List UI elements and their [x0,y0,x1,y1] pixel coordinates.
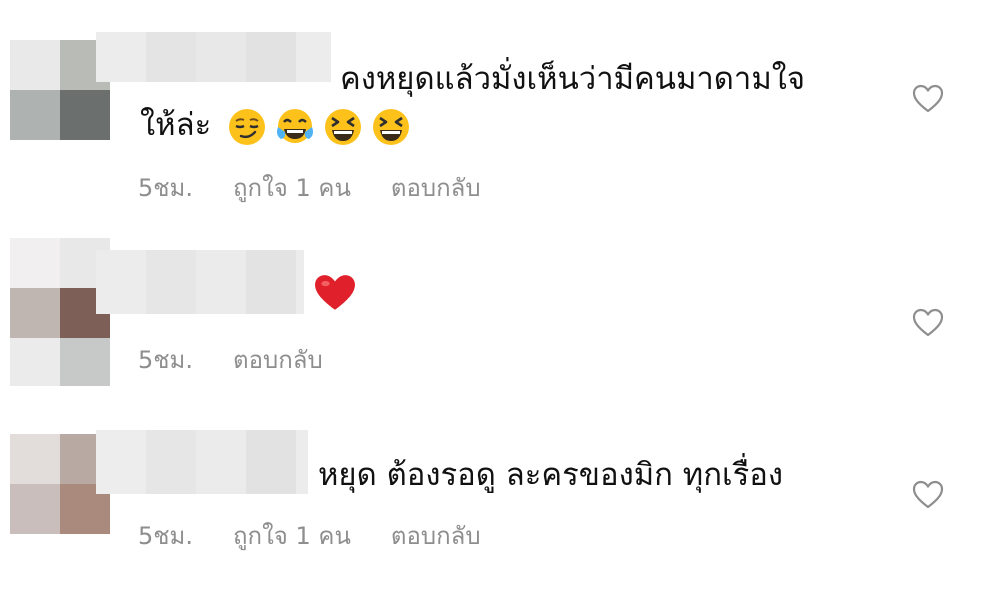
face-with-tears-of-joy-icon [277,108,314,143]
avatar-lower-part [10,338,110,386]
like-heart-icon[interactable] [912,480,944,510]
like-heart-icon[interactable] [912,84,944,114]
comment-meta: 5ชม. ถูกใจ 1 คน ตอบกลับ [138,168,481,207]
like-heart-icon[interactable] [912,308,944,338]
reply-button[interactable]: ตอบกลับ [233,340,323,379]
comment-3: หยุด ต้องรอดู ละครของมิก ทุกเรื่อง 5ชม. … [0,414,1000,614]
comment-text-line-1: คงหยุดแล้วมั่งเห็นว่ามีคนมาดามใจ [340,61,806,97]
comment-timestamp: 5ชม. [138,346,194,374]
username[interactable] [96,430,308,494]
comment-text: คงหยุดแล้วมั่งเห็นว่ามีคนมาดามใจ [340,56,805,102]
red-heart-icon [315,275,355,310]
grinning-squinting-face-icon [325,108,362,145]
comment-text: หยุด ต้องรอดู ละครของมิก ทุกเรื่อง [318,452,783,498]
reply-button[interactable]: ตอบกลับ [391,516,481,555]
comment-timestamp: 5ชม. [138,522,194,550]
avatar[interactable] [10,238,110,338]
username[interactable] [96,32,331,82]
smirking-face-icon [229,108,266,145]
comment-text-line-1: หยุด ต้องรอดู ละครของมิก ทุกเรื่อง [318,457,783,493]
avatar[interactable] [10,434,110,534]
avatar[interactable] [10,40,110,140]
comment-meta: 5ชม. ถูกใจ 1 คน ตอบกลับ [138,516,481,555]
likes-count-link[interactable]: ถูกใจ 1 คน [233,516,351,555]
comment-meta: 5ชม. ตอบกลับ [138,340,323,379]
comment-timestamp: 5ชม. [138,174,194,202]
grinning-squinting-face-icon [373,108,410,145]
username[interactable] [96,250,304,314]
comment-text-line-2: ให้ล่ะ [140,107,212,143]
comment-text: ให้ล่ะ [140,102,411,148]
comment-1: คงหยุดแล้วมั่งเห็นว่ามีคนมาดามใจ ให้ล่ะ [0,0,1000,214]
likes-count-link[interactable]: ถูกใจ 1 คน [233,168,351,207]
reply-button[interactable]: ตอบกลับ [391,168,481,207]
comment-2: 5ชม. ตอบกลับ [0,214,1000,414]
